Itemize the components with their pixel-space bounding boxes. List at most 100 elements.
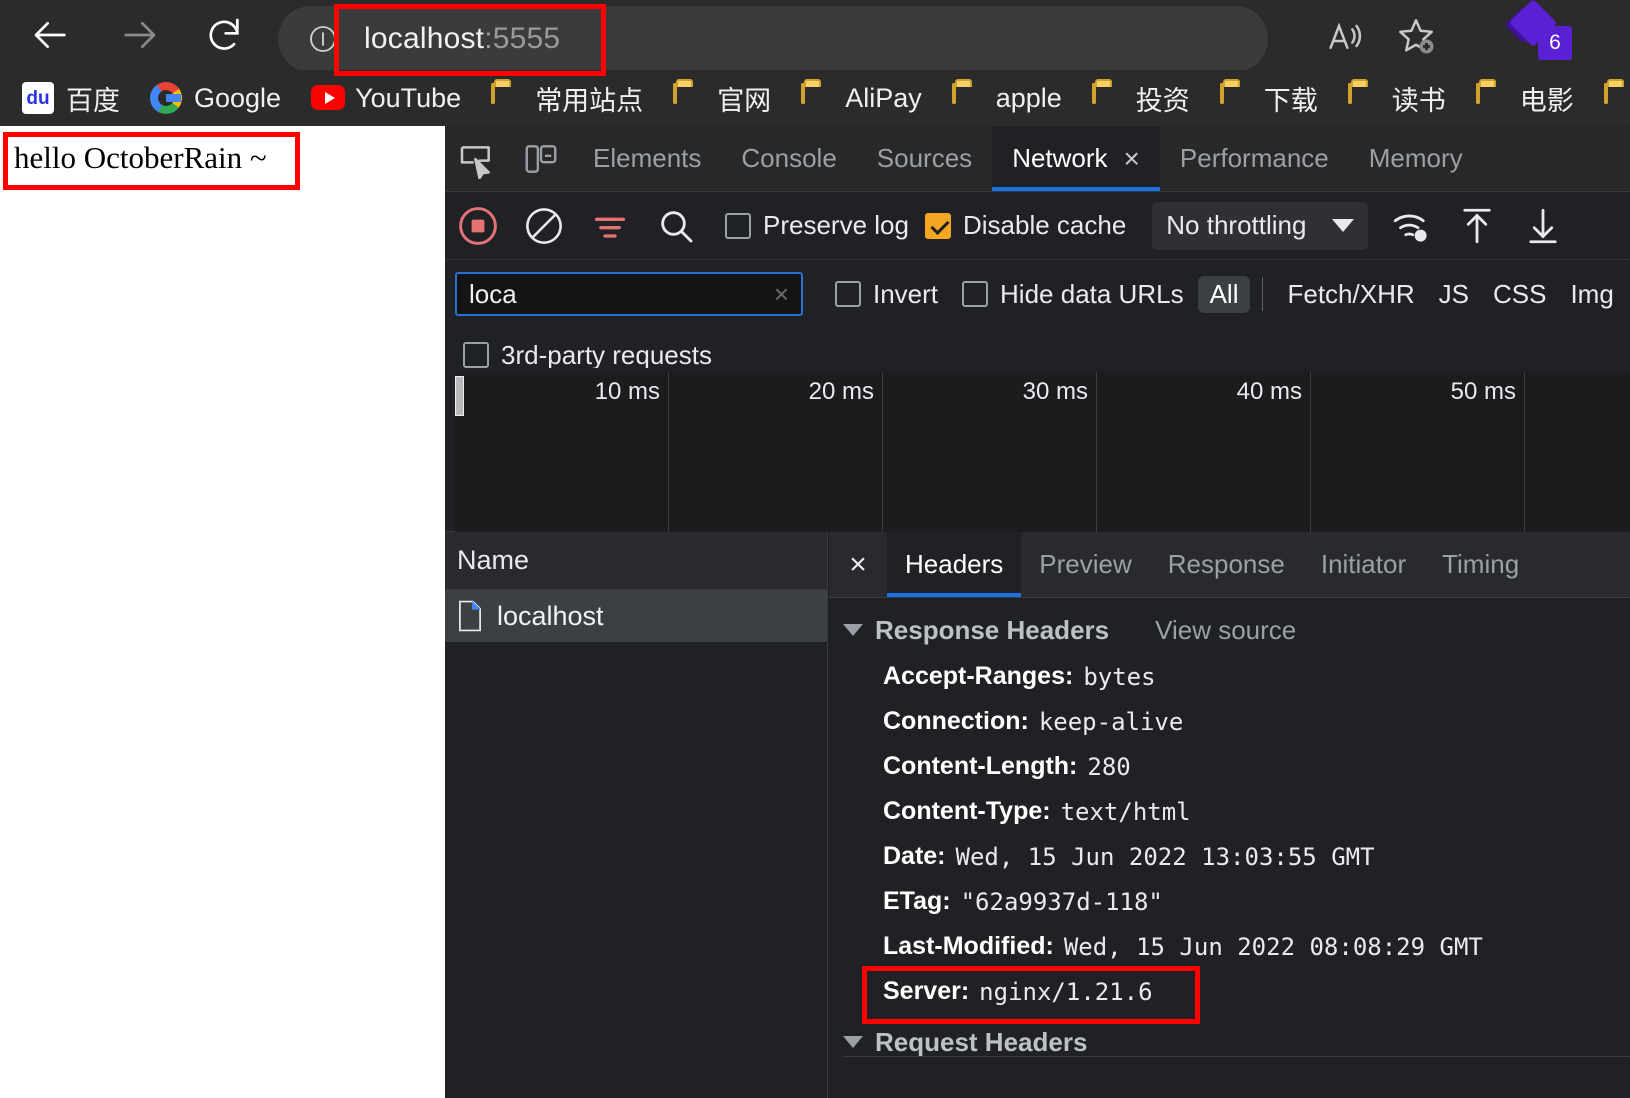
- hide-data-urls-checkbox[interactable]: Hide data URLs: [962, 279, 1184, 310]
- header-value: Wed, 15 Jun 2022 13:03:55 GMT: [955, 842, 1375, 871]
- bookmark-item-youtube[interactable]: YouTube: [311, 76, 461, 120]
- bookmark-item-baidu[interactable]: du 百度: [22, 76, 120, 120]
- bookmark-folder-touzi[interactable]: 投资: [1091, 76, 1190, 120]
- column-header-name[interactable]: Name: [445, 532, 827, 590]
- add-favorite-icon[interactable]: [1388, 8, 1444, 64]
- type-filter-js[interactable]: JS: [1427, 276, 1481, 313]
- back-button[interactable]: [22, 6, 80, 64]
- search-icon[interactable]: [643, 192, 709, 260]
- header-value: 280: [1087, 752, 1131, 781]
- folder-icon: [951, 82, 984, 114]
- throttling-value: No throttling: [1166, 210, 1307, 240]
- folder-icon: [1347, 82, 1380, 114]
- tab-response[interactable]: Response: [1150, 532, 1303, 597]
- checkbox-box[interactable]: [835, 281, 861, 307]
- document-icon: [457, 600, 483, 632]
- header-key: Last-Modified:: [883, 932, 1054, 960]
- bookmark-folder-dushu[interactable]: 读书: [1347, 76, 1446, 120]
- extension-badge[interactable]: 6: [1504, 0, 1578, 64]
- bookmark-folder-apple[interactable]: apple: [951, 76, 1062, 120]
- bookmark-folder-dianying[interactable]: 电影: [1475, 76, 1574, 120]
- tab-elements[interactable]: Elements: [573, 126, 721, 191]
- response-headers-section-header[interactable]: Response Headers View source: [829, 606, 1630, 654]
- tab-console[interactable]: Console: [721, 126, 856, 191]
- close-details-icon[interactable]: ×: [829, 532, 887, 597]
- divider: [843, 1056, 1630, 1057]
- details-tabbar: × Headers Preview Response Initiator Tim…: [829, 532, 1630, 598]
- read-aloud-icon[interactable]: [1316, 8, 1372, 64]
- tab-initiator[interactable]: Initiator: [1303, 532, 1424, 597]
- filter-icon[interactable]: [577, 192, 643, 260]
- forward-button[interactable]: [110, 6, 168, 64]
- invert-label: Invert: [873, 278, 939, 309]
- bookmark-folder-changyongzhandian[interactable]: 常用站点: [491, 76, 643, 120]
- checkbox-box[interactable]: [463, 342, 489, 368]
- checkbox-box[interactable]: [962, 281, 989, 307]
- bookmark-item-google[interactable]: Google: [150, 76, 281, 120]
- throttling-select[interactable]: No throttling: [1152, 201, 1369, 250]
- preserve-log-label: Preserve log: [763, 210, 909, 240]
- reload-button[interactable]: [195, 6, 253, 64]
- header-key: Connection:: [883, 707, 1029, 735]
- record-stop-icon[interactable]: [445, 192, 511, 260]
- overview-timeline[interactable]: 10 ms 20 ms 30 ms 40 ms 50 ms: [455, 372, 1630, 532]
- request-headers-section-header[interactable]: Request Headers: [829, 1018, 1630, 1066]
- table-row[interactable]: localhost: [445, 590, 827, 642]
- tab-performance[interactable]: Performance: [1160, 126, 1349, 191]
- inspect-element-icon[interactable]: [445, 126, 509, 191]
- close-icon[interactable]: ×: [1124, 144, 1140, 173]
- view-source-link[interactable]: View source: [1155, 615, 1296, 646]
- tab-memory[interactable]: Memory: [1349, 126, 1483, 191]
- bookmark-folder-xiazai[interactable]: 下载: [1219, 76, 1318, 120]
- address-bar[interactable]: localhost:5555: [278, 6, 1268, 72]
- tab-network[interactable]: Network ×: [992, 126, 1160, 191]
- bookmarks-bar: du 百度 Google YouTube 常用站点 官网 AliPay appl…: [0, 70, 1630, 126]
- bookmark-folder-alipay[interactable]: AliPay: [801, 76, 922, 120]
- chevron-down-icon[interactable]: [843, 624, 863, 636]
- type-filter-all[interactable]: All: [1197, 275, 1251, 313]
- tab-timing[interactable]: Timing: [1424, 532, 1537, 597]
- folder-icon: [673, 82, 705, 114]
- disable-cache-checkbox[interactable]: Disable cache: [924, 210, 1127, 241]
- overview-range-handle[interactable]: [455, 376, 464, 416]
- header-row: Accept-Ranges: bytes: [829, 654, 1630, 699]
- bookmark-label: 读书: [1391, 85, 1446, 116]
- type-filter-css[interactable]: CSS: [1481, 276, 1558, 313]
- tab-label: Memory: [1368, 143, 1463, 173]
- filter-input[interactable]: loca ×: [455, 272, 803, 316]
- bookmark-label: 下载: [1263, 85, 1318, 116]
- section-title: Response Headers: [875, 614, 1110, 645]
- site-information-icon[interactable]: [304, 20, 342, 58]
- network-overview[interactable]: 10 ms 20 ms 30 ms 40 ms 50 ms: [445, 368, 1630, 532]
- clear-filter-icon[interactable]: ×: [774, 279, 789, 310]
- tab-label: Console: [741, 143, 837, 173]
- import-har-icon[interactable]: [1444, 192, 1510, 260]
- tab-headers[interactable]: Headers: [887, 532, 1022, 597]
- disable-cache-label: Disable cache: [962, 210, 1127, 240]
- url-port: :5555: [484, 22, 561, 55]
- bookmark-folder-overflow[interactable]: [1603, 76, 1630, 120]
- bookmark-label: YouTube: [355, 82, 462, 113]
- header-key: Content-Length:: [883, 752, 1078, 780]
- overview-tick-label: 30 ms: [1022, 378, 1088, 405]
- tab-preview[interactable]: Preview: [1021, 532, 1149, 597]
- header-value: bytes: [1083, 662, 1156, 691]
- filter-value[interactable]: loca: [469, 279, 774, 310]
- device-toolbar-icon[interactable]: [509, 126, 573, 191]
- clear-network-log-icon[interactable]: [511, 192, 577, 260]
- bookmark-folder-guanwang[interactable]: 官网: [673, 76, 771, 120]
- preserve-log-checkbox[interactable]: Preserve log: [725, 210, 909, 241]
- checkbox-box[interactable]: [924, 212, 951, 239]
- invert-checkbox[interactable]: Invert: [835, 279, 938, 310]
- tab-sources[interactable]: Sources: [857, 126, 992, 191]
- chevron-down-icon: [1332, 219, 1355, 232]
- network-conditions-icon[interactable]: [1378, 192, 1444, 260]
- bookmark-label: AliPay: [845, 82, 922, 113]
- export-har-icon[interactable]: [1510, 192, 1576, 260]
- page-viewport: hello OctoberRain ~: [0, 126, 445, 1098]
- type-filter-fetch-xhr[interactable]: Fetch/XHR: [1275, 276, 1426, 313]
- header-row: Last-Modified: Wed, 15 Jun 2022 08:08:29…: [829, 924, 1630, 969]
- type-filter-img[interactable]: Img: [1558, 276, 1625, 313]
- chevron-down-icon[interactable]: [843, 1036, 863, 1048]
- checkbox-box[interactable]: [725, 212, 751, 239]
